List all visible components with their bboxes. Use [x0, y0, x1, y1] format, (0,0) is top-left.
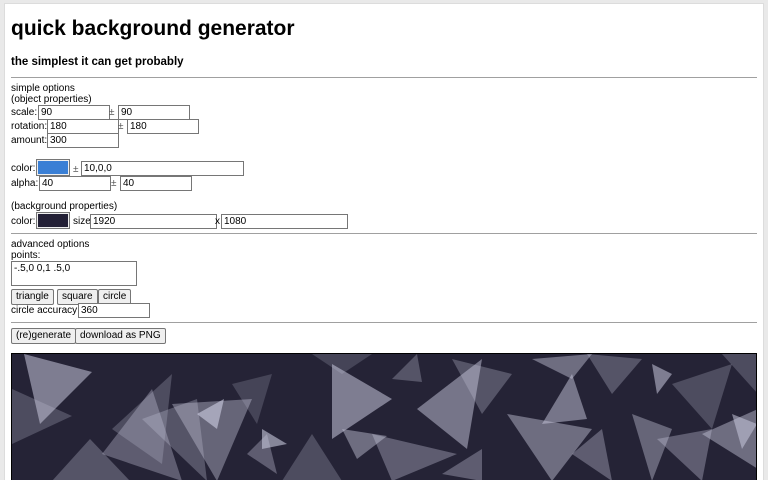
color-swatch	[38, 161, 68, 174]
color-variance-input[interactable]	[81, 161, 244, 176]
points-label: points:	[11, 250, 41, 261]
circle-accuracy-input[interactable]	[78, 303, 150, 318]
advanced-options-heading: advanced options	[11, 239, 90, 250]
triangle-shape	[672, 364, 732, 429]
triangle-shape	[587, 354, 642, 394]
bg-color-picker[interactable]	[36, 212, 70, 229]
bg-color-label: color:	[11, 216, 36, 227]
triangle-shape	[312, 354, 372, 374]
alpha-plusminus: ±	[111, 178, 117, 189]
size-separator: x	[215, 216, 220, 227]
bg-color-swatch	[38, 214, 68, 227]
alpha-variance-input[interactable]	[120, 176, 192, 191]
scale-label: scale:	[11, 107, 38, 118]
download-png-button[interactable]: download as PNG	[75, 328, 166, 344]
divider-advanced	[11, 233, 757, 234]
background-properties-heading: (background properties)	[11, 201, 118, 212]
circle-accuracy-label: circle accuracy:	[11, 305, 80, 316]
triangle-shape	[507, 414, 592, 480]
divider-actions	[11, 322, 757, 323]
points-textarea[interactable]: -.5,0 0,1 .5,0	[11, 261, 137, 286]
page-title: quick background generator	[11, 17, 295, 40]
simple-options-heading: simple options	[11, 83, 75, 94]
amount-input[interactable]	[47, 133, 119, 148]
triangle-shape	[532, 354, 592, 379]
scale-variance-input[interactable]	[118, 105, 190, 120]
rotation-variance-input[interactable]	[127, 119, 199, 134]
divider-top	[11, 77, 757, 78]
rotation-plusminus: ±	[118, 121, 124, 132]
page: quick background generator the simplest …	[5, 4, 763, 480]
color-picker[interactable]	[36, 159, 70, 176]
regenerate-button[interactable]: (re)generate	[11, 328, 77, 344]
alpha-input[interactable]	[39, 176, 111, 191]
triangle-shape	[542, 374, 587, 424]
triangle-button[interactable]: triangle	[11, 289, 54, 305]
preview-canvas	[11, 353, 757, 480]
size-width-input[interactable]	[90, 214, 217, 229]
scale-input[interactable]	[38, 105, 110, 120]
triangle-shape	[332, 364, 392, 439]
preview-shapes	[12, 354, 756, 480]
rotation-label: rotation:	[11, 121, 48, 132]
triangle-shape	[262, 429, 287, 449]
alpha-label: alpha:	[11, 178, 39, 189]
color-label: color:	[11, 163, 36, 174]
scale-plusminus: ±	[109, 107, 115, 118]
color-plusminus: ±	[73, 164, 79, 175]
triangle-shape	[392, 354, 422, 382]
size-height-input[interactable]	[221, 214, 348, 229]
rotation-input[interactable]	[47, 119, 119, 134]
amount-label: amount:	[11, 135, 48, 146]
triangle-shape	[652, 364, 672, 394]
page-subtitle: the simplest it can get probably	[11, 56, 184, 68]
triangle-shape	[282, 434, 342, 480]
object-properties-heading: (object properties)	[11, 94, 92, 105]
